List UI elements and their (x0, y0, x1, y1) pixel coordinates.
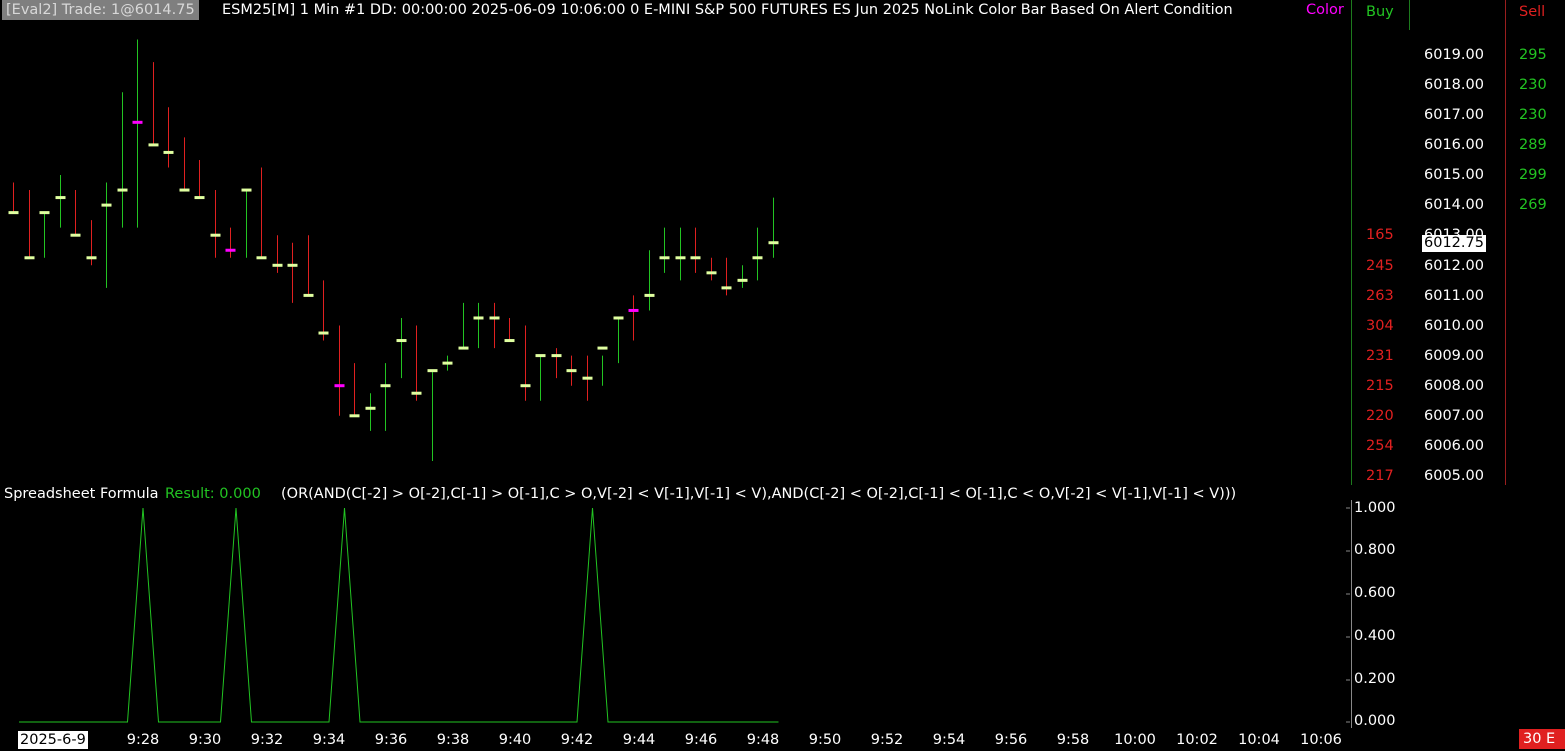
price-axis-tick: 6008.00 (1424, 378, 1484, 394)
sell-volume-cell[interactable]: 269 (1519, 197, 1547, 213)
sell-volume-cell[interactable]: 295 (1519, 47, 1547, 63)
time-axis-tick: 9:44 (622, 732, 656, 748)
sell-column-separator (1505, 0, 1506, 485)
buy-volume-cell[interactable]: 304 (1366, 318, 1394, 334)
sell-column-header[interactable]: Sell (1519, 4, 1545, 20)
sell-volume-cell[interactable]: 230 (1519, 77, 1547, 93)
sell-volume-cell[interactable]: 289 (1519, 137, 1547, 153)
buy-volume-cell[interactable]: 215 (1366, 378, 1394, 394)
corner-status-badge[interactable]: 30 E (1519, 729, 1565, 749)
indicator-axis-tick: 0.000 (1354, 713, 1396, 729)
buy-volume-cell[interactable]: 254 (1366, 438, 1394, 454)
study-info-row[interactable]: Spreadsheet Formula Result: 0.000 (OR(AN… (0, 484, 1350, 504)
time-axis-tick: 9:42 (560, 732, 594, 748)
time-axis-tick: 10:00 (1114, 732, 1156, 748)
price-axis-tick: 6016.00 (1424, 137, 1484, 153)
sell-volume-cell[interactable]: 299 (1519, 167, 1547, 183)
study-formula: (OR(AND(C[-2] > O[-2],C[-1] > O[-1],C > … (281, 486, 1237, 502)
time-axis-tick: 9:30 (188, 732, 222, 748)
buy-volume-cell[interactable]: 245 (1366, 258, 1394, 274)
indicator-axis-tick: 0.200 (1354, 671, 1396, 687)
time-axis-tick: 9:38 (436, 732, 470, 748)
last-price-marker: 6012.75 (1422, 235, 1486, 252)
buy-volume-cell[interactable]: 220 (1366, 408, 1394, 424)
price-axis-tick: 6018.00 (1424, 77, 1484, 93)
indicator-series-line (19, 507, 779, 723)
indicator-axis-tick: 1.000 (1354, 500, 1396, 516)
buy-volume-cell[interactable]: 263 (1366, 288, 1394, 304)
indicator-axis-line (1351, 500, 1352, 728)
buy-volume-cell[interactable]: 231 (1366, 348, 1394, 364)
indicator-axis-tick: 0.600 (1354, 585, 1396, 601)
price-axis-tick: 6007.00 (1424, 408, 1484, 424)
price-axis-tick: 6011.00 (1424, 288, 1484, 304)
buy-volume-cell[interactable]: 217 (1366, 468, 1394, 484)
time-axis-tick: 9:28 (126, 732, 160, 748)
price-axis-tick: 6014.00 (1424, 197, 1484, 213)
time-axis-tick: 9:40 (498, 732, 532, 748)
time-axis-tick: 10:06 (1300, 732, 1342, 748)
time-axis-tick: 9:54 (932, 732, 966, 748)
time-axis-tick: 9:56 (994, 732, 1028, 748)
price-axis-tick: 6010.00 (1424, 318, 1484, 334)
buy-column-separator (1351, 0, 1352, 485)
time-axis-tick: 10:04 (1238, 732, 1280, 748)
price-axis-tick: 6015.00 (1424, 167, 1484, 183)
trading-chart-window[interactable]: [Eval2] Trade: 1@6014.75 ESM25[M] 1 Min … (0, 0, 1565, 751)
time-axis-tick: 9:50 (808, 732, 842, 748)
time-axis-tick: 9:48 (746, 732, 780, 748)
price-axis-tick: 6006.00 (1424, 438, 1484, 454)
time-axis-tick: 9:46 (684, 732, 718, 748)
buy-header-separator (1409, 0, 1410, 30)
time-axis-tick: 9:32 (250, 732, 284, 748)
indicator-axis-tick: 0.800 (1354, 542, 1396, 558)
time-axis-tick: 9:52 (870, 732, 904, 748)
date-label: 2025-6-9 (18, 731, 88, 749)
buy-volume-cell[interactable]: 165 (1366, 227, 1394, 243)
time-axis-tick: 9:34 (312, 732, 346, 748)
price-axis-tick: 6012.00 (1424, 258, 1484, 274)
price-axis-tick: 6005.00 (1424, 468, 1484, 484)
study-result: Result: 0.000 (165, 486, 261, 502)
time-axis-tick: 9:58 (1056, 732, 1090, 748)
study-name: Spreadsheet Formula (4, 486, 159, 502)
indicator-axis-tick: 0.400 (1354, 628, 1396, 644)
price-axis-tick: 6017.00 (1424, 107, 1484, 123)
time-axis-tick: 9:36 (374, 732, 408, 748)
time-axis-tick: 10:02 (1176, 732, 1218, 748)
price-chart[interactable] (0, 0, 1350, 484)
buy-column-header[interactable]: Buy (1366, 4, 1394, 20)
sell-volume-cell[interactable]: 230 (1519, 107, 1547, 123)
price-axis-tick: 6009.00 (1424, 348, 1484, 364)
price-axis-tick: 6019.00 (1424, 47, 1484, 63)
